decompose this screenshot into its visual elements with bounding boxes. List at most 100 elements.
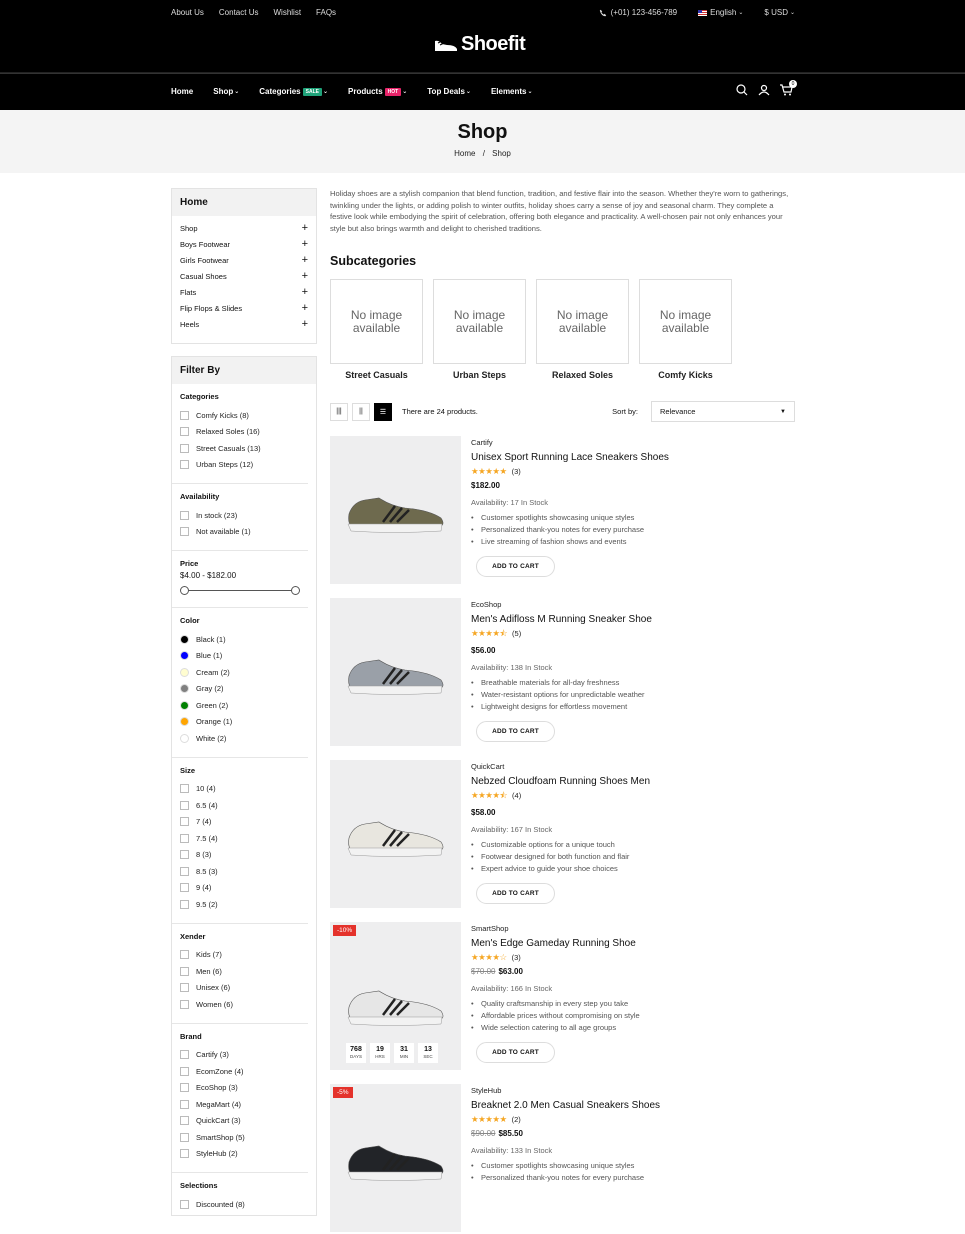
product-name[interactable]: Nebzed Cloudfoam Running Shoes Men: [471, 776, 791, 787]
add-to-cart-button[interactable]: ADD TO CART: [476, 721, 555, 743]
expand-plus-icon[interactable]: +: [302, 286, 308, 298]
color-swatch[interactable]: [180, 700, 189, 710]
filter-option[interactable]: StyleHub (2): [180, 1146, 300, 1163]
logo[interactable]: Shoefit: [433, 33, 526, 56]
subcategory-name[interactable]: Street Casuals: [330, 370, 423, 380]
product-image[interactable]: [330, 436, 461, 585]
filter-option[interactable]: Relaxed Soles (16): [180, 424, 300, 441]
category-item[interactable]: Heels +: [172, 316, 316, 332]
grid-4-view-button[interactable]: |||: [330, 402, 348, 421]
slider-min-handle[interactable]: [180, 586, 189, 595]
subcategory-name[interactable]: Urban Steps: [433, 370, 526, 380]
contact-us-link[interactable]: Contact Us: [219, 8, 259, 17]
color-option[interactable]: Green (2): [180, 697, 300, 714]
checkbox[interactable]: [180, 966, 189, 976]
checkbox[interactable]: [180, 443, 189, 453]
filter-option[interactable]: 7 (4): [180, 814, 300, 831]
subcategory-card[interactable]: No image available Relaxed Soles: [536, 279, 629, 380]
subcategory-image[interactable]: No image available: [433, 279, 526, 365]
product-name[interactable]: Breaknet 2.0 Men Casual Sneakers Shoes: [471, 1100, 791, 1111]
filter-option[interactable]: Not available (1): [180, 524, 300, 541]
product-image[interactable]: [330, 760, 461, 909]
search-icon[interactable]: [736, 84, 748, 96]
filter-option[interactable]: Kids (7): [180, 947, 300, 964]
checkbox[interactable]: [180, 983, 189, 993]
expand-plus-icon[interactable]: +: [302, 238, 308, 250]
filter-option[interactable]: 9.5 (2): [180, 896, 300, 913]
product-brand[interactable]: StyleHub: [471, 1086, 791, 1095]
subcategory-name[interactable]: Comfy Kicks: [639, 370, 732, 380]
add-to-cart-button[interactable]: ADD TO CART: [476, 556, 555, 578]
product-brand[interactable]: Cartify: [471, 438, 791, 447]
nav-shop[interactable]: Shop ⌄: [213, 87, 239, 96]
filter-option[interactable]: EcoShop (3): [180, 1080, 300, 1097]
filter-option[interactable]: 7.5 (4): [180, 830, 300, 847]
color-swatch[interactable]: [180, 733, 189, 743]
checkbox[interactable]: [180, 460, 189, 470]
checkbox[interactable]: [180, 1050, 189, 1060]
filter-option[interactable]: In stock (23): [180, 507, 300, 524]
color-swatch[interactable]: [180, 651, 189, 661]
checkbox[interactable]: [180, 883, 189, 893]
category-item[interactable]: Boys Footwear +: [172, 236, 316, 252]
color-option[interactable]: Cream (2): [180, 664, 300, 681]
expand-plus-icon[interactable]: +: [302, 270, 308, 282]
filter-option[interactable]: 9 (4): [180, 880, 300, 897]
expand-plus-icon[interactable]: +: [302, 254, 308, 266]
category-item[interactable]: Shop +: [172, 220, 316, 236]
filter-option[interactable]: Comfy Kicks (8): [180, 407, 300, 424]
checkbox[interactable]: [180, 784, 189, 794]
checkbox[interactable]: [180, 899, 189, 909]
subcategory-image[interactable]: No image available: [330, 279, 423, 365]
product-name[interactable]: Men's Edge Gameday Running Shoe: [471, 938, 791, 949]
color-swatch[interactable]: [180, 634, 189, 644]
product-brand[interactable]: QuickCart: [471, 762, 791, 771]
category-item[interactable]: Flip Flops & Slides +: [172, 300, 316, 316]
color-option[interactable]: Blue (1): [180, 648, 300, 665]
product-brand[interactable]: EcoShop: [471, 600, 791, 609]
nav-categories[interactable]: Categories SALE ⌄: [259, 87, 328, 96]
expand-plus-icon[interactable]: +: [302, 318, 308, 330]
checkbox[interactable]: [180, 850, 189, 860]
currency-selector[interactable]: $ USD ⌄: [764, 8, 795, 17]
color-option[interactable]: Gray (2): [180, 681, 300, 698]
subcategory-name[interactable]: Relaxed Soles: [536, 370, 629, 380]
checkbox[interactable]: [180, 999, 189, 1009]
product-brand[interactable]: SmartShop: [471, 924, 791, 933]
color-option[interactable]: Orange (1): [180, 714, 300, 731]
wishlist-link[interactable]: Wishlist: [273, 8, 301, 17]
filter-option[interactable]: Men (6): [180, 963, 300, 980]
faqs-link[interactable]: FAQs: [316, 8, 336, 17]
filter-option[interactable]: SmartShop (5): [180, 1129, 300, 1146]
price-slider[interactable]: [180, 585, 300, 597]
checkbox[interactable]: [180, 1099, 189, 1109]
category-item[interactable]: Girls Footwear +: [172, 252, 316, 268]
subcategory-image[interactable]: No image available: [536, 279, 629, 365]
filter-option[interactable]: 6.5 (4): [180, 797, 300, 814]
checkbox[interactable]: [180, 410, 189, 420]
product-image[interactable]: -10% 768 DAYS 19 HRS 31 MIN 13 SEC: [330, 922, 461, 1071]
subcategory-card[interactable]: No image available Comfy Kicks: [639, 279, 732, 380]
filter-option[interactable]: MegaMart (4): [180, 1096, 300, 1113]
checkbox[interactable]: [180, 527, 189, 537]
checkbox[interactable]: [180, 1199, 189, 1209]
filter-option[interactable]: Discounted (8): [180, 1196, 300, 1213]
filter-option[interactable]: Street Casuals (13): [180, 440, 300, 457]
phone[interactable]: (+01) 123-456-789: [599, 8, 677, 17]
color-swatch[interactable]: [180, 667, 189, 677]
cart-button[interactable]: 0: [780, 80, 797, 98]
nav-home[interactable]: Home: [171, 87, 193, 96]
checkbox[interactable]: [180, 510, 189, 520]
checkbox[interactable]: [180, 950, 189, 960]
expand-plus-icon[interactable]: +: [302, 302, 308, 314]
filter-option[interactable]: Unisex (6): [180, 980, 300, 997]
list-view-button[interactable]: ☰: [374, 402, 392, 421]
category-item[interactable]: Flats +: [172, 284, 316, 300]
breadcrumb-home[interactable]: Home: [454, 149, 475, 158]
add-to-cart-button[interactable]: ADD TO CART: [476, 883, 555, 905]
filter-option[interactable]: 8.5 (3): [180, 863, 300, 880]
checkbox[interactable]: [180, 1083, 189, 1093]
color-option[interactable]: White (2): [180, 730, 300, 747]
filter-option[interactable]: EcomZone (4): [180, 1063, 300, 1080]
slider-max-handle[interactable]: [291, 586, 300, 595]
